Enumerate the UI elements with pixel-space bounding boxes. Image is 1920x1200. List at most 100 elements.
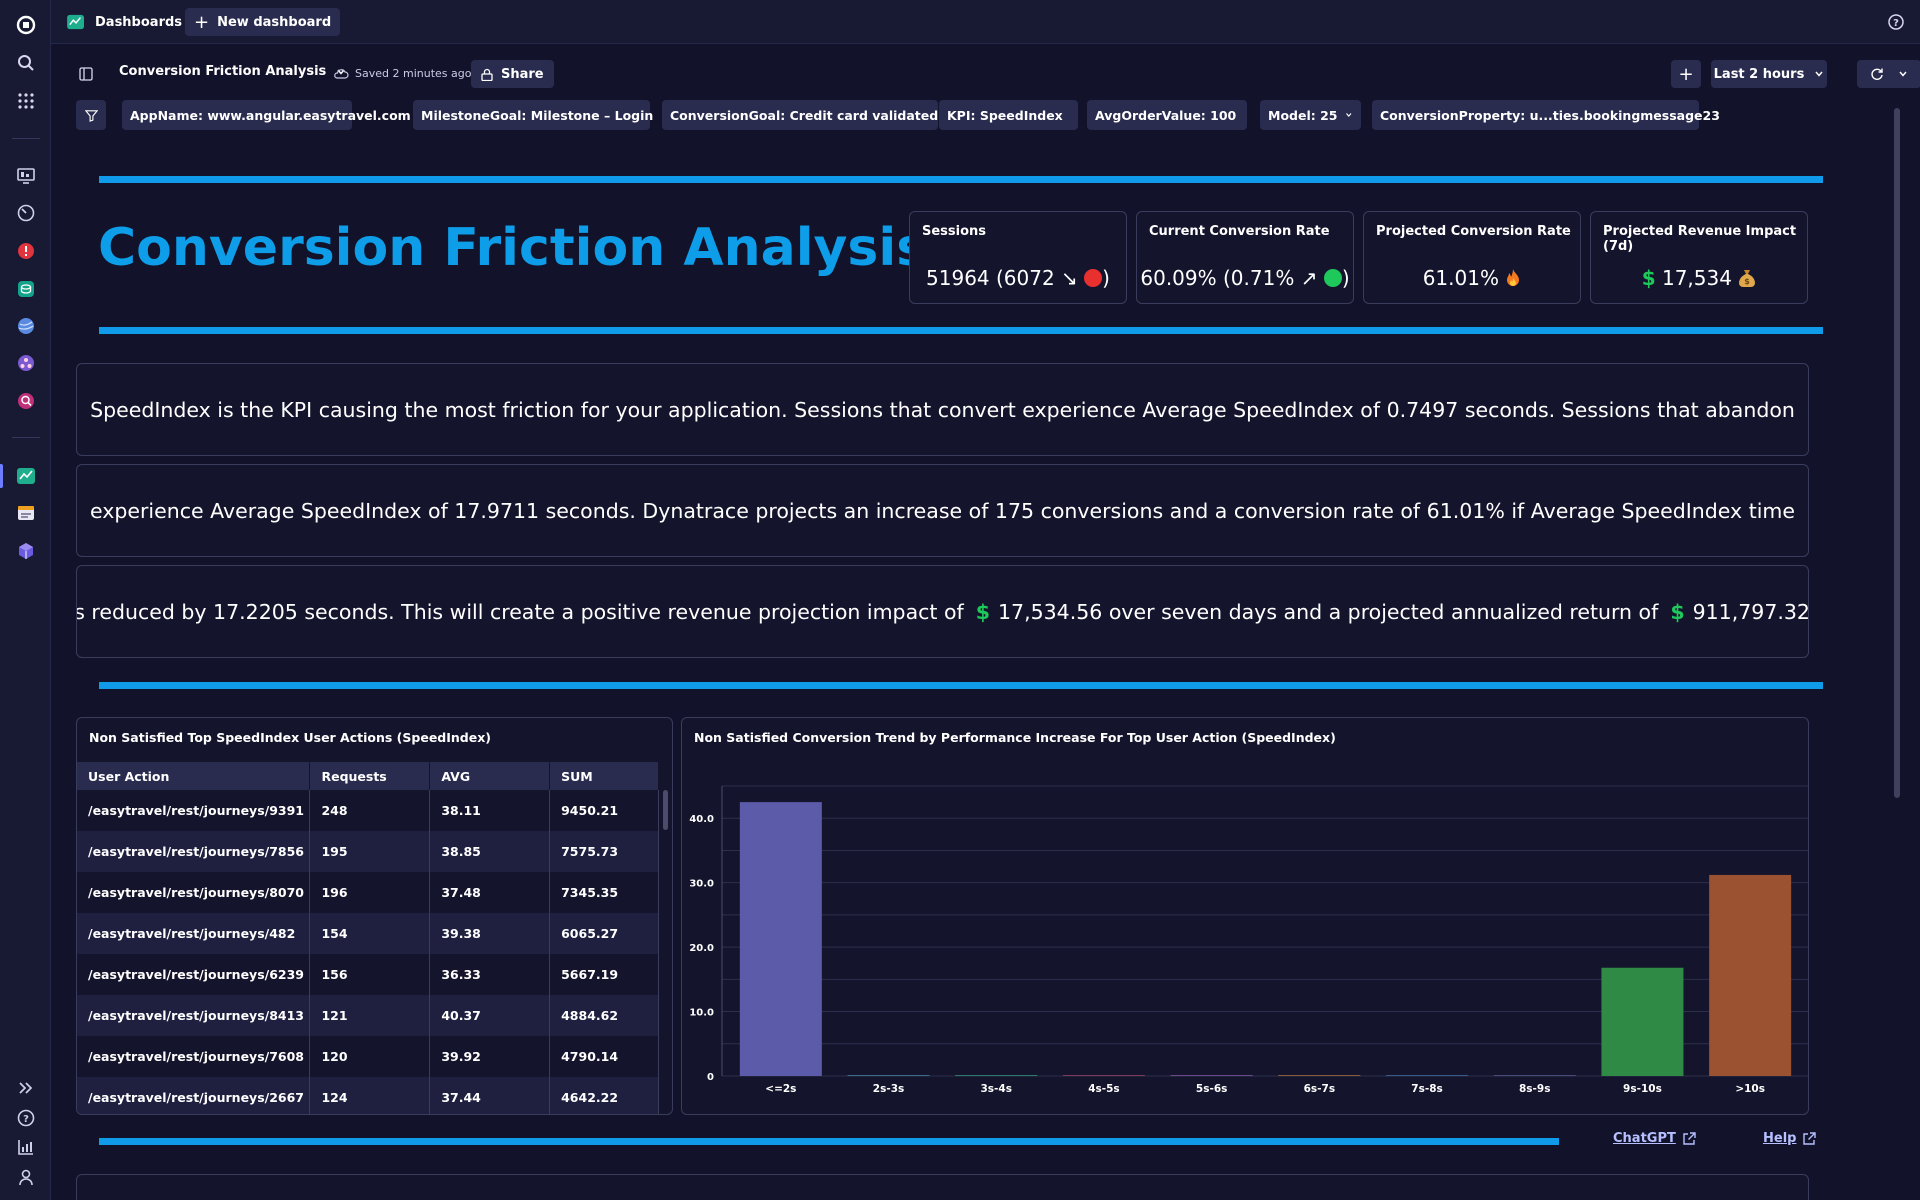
filter-chip-avgordervalue[interactable]: AvgOrderValue: 100 (1087, 100, 1247, 130)
accent-divider (99, 176, 1823, 183)
table-cell: 39.38 (429, 913, 551, 954)
dollar-icon: $ (975, 599, 990, 624)
money-bag-icon: $ (1739, 270, 1756, 287)
clock-gauge-icon[interactable] (15, 202, 37, 224)
chevron-down-icon[interactable] (1898, 69, 1908, 79)
dollar-icon: $ (1670, 599, 1685, 624)
table-cell: 36.33 (429, 954, 551, 995)
column-header[interactable]: Requests (309, 762, 431, 790)
problems-alert-icon[interactable] (15, 240, 37, 262)
fire-icon (1507, 269, 1520, 286)
search-icon[interactable] (15, 52, 37, 74)
dashboards-app-tab[interactable]: Dashboards (67, 8, 182, 36)
table-row: /easytravel/rest/journeys/6239 156 36.33 56… (77, 954, 659, 995)
dashboard-header: Conversion Friction Analysis Saved 2 min… (51, 56, 1920, 92)
table-cell: /easytravel/rest/journeys/9391 (77, 790, 311, 831)
y-tick-label: 10.0 (689, 1008, 714, 1019)
notebook-app-icon[interactable] (15, 502, 37, 524)
table-cell: /easytravel/rest/journeys/8413 (77, 995, 311, 1036)
sidebar-toggle-icon[interactable] (79, 67, 93, 81)
globe-icon[interactable] (15, 315, 37, 337)
tile-title: Non Satisfied Conversion Trend by Perfor… (694, 730, 1336, 745)
cloud-saved-icon (334, 68, 349, 79)
left-rail: ? (0, 0, 51, 1200)
chart-bar[interactable] (847, 1075, 930, 1076)
user-actions-table: User Action Requests AVG SUM /easytravel… (77, 762, 659, 1114)
table-cell: 4790.14 (549, 1036, 659, 1077)
monitor-icon[interactable] (15, 165, 37, 187)
active-app-indicator (0, 464, 3, 488)
kpi-title: Projected Revenue Impact (7d) (1603, 224, 1797, 254)
chart-bar[interactable] (739, 802, 822, 1076)
x-tick-label: 3s-4s (981, 1083, 1012, 1095)
column-header[interactable]: User Action (77, 762, 311, 790)
filter-chip-kpi[interactable]: KPI: SpeedIndex (939, 100, 1078, 130)
chart-bar[interactable] (1062, 1075, 1145, 1076)
y-tick-label: 40.0 (689, 814, 714, 825)
usage-chart-icon[interactable] (15, 1136, 37, 1158)
next-tile-partial (76, 1174, 1809, 1200)
help-circle-icon[interactable]: ? (15, 1107, 37, 1129)
filter-chip-label: AppName: www.angular.easytravel.com (130, 107, 411, 123)
refresh-icon[interactable] (1870, 67, 1884, 81)
filter-chip-milestonegoal[interactable]: MilestoneGoal: Milestone – Login (413, 100, 653, 130)
column-header[interactable]: SUM (549, 762, 659, 790)
timeframe-selector[interactable]: Last 2 hours (1711, 60, 1827, 88)
chart-bar[interactable] (1278, 1075, 1361, 1076)
table-cell: /easytravel/rest/journeys/7608 (77, 1036, 311, 1077)
x-tick-label: <=2s (765, 1083, 796, 1095)
table-cell: 9450.21 (549, 790, 659, 831)
table-cell: 121 (309, 995, 431, 1036)
x-tick-label: 4s-5s (1088, 1083, 1119, 1095)
filter-chip-appname[interactable]: AppName: www.angular.easytravel.com (122, 100, 411, 130)
refresh-split-button[interactable] (1857, 60, 1920, 88)
page-scrollbar[interactable] (1894, 108, 1900, 798)
x-tick-label: 2s-3s (873, 1083, 904, 1095)
help-icon[interactable]: ? (1886, 12, 1906, 32)
table-header-row: User Action Requests AVG SUM (77, 762, 659, 790)
database-app-icon[interactable] (15, 278, 37, 300)
share-button[interactable]: Share (471, 60, 554, 88)
filter-chip-model[interactable]: Model: 25 (1260, 100, 1361, 130)
kpi-current-conversion-rate: Current Conversion Rate 60.09% (0.71% ↗ … (1136, 211, 1354, 304)
add-tile-button[interactable]: + (1671, 60, 1701, 88)
filter-bar: AppName: www.angular.easytravel.com Mile… (51, 100, 1920, 132)
filter-chip-conversionproperty[interactable]: ConversionProperty: u...ties.bookingmess… (1372, 100, 1720, 130)
y-tick-label: 30.0 (689, 879, 714, 890)
chatgpt-link[interactable]: ChatGPT (1613, 1131, 1696, 1146)
chart-bar[interactable] (1170, 1075, 1253, 1076)
table-cell: 4642.22 (549, 1077, 659, 1114)
table-cell: /easytravel/rest/journeys/8070 (77, 872, 311, 913)
chart-bar[interactable] (1709, 874, 1792, 1076)
column-header[interactable]: AVG (429, 762, 551, 790)
chart-bar[interactable] (955, 1075, 1038, 1076)
timeframe-label: Last 2 hours (1713, 66, 1805, 82)
table-row: /easytravel/rest/journeys/9391 248 38.11 94… (77, 790, 659, 831)
saved-status: Saved 2 minutes ago (333, 67, 471, 80)
help-link[interactable]: Help (1763, 1131, 1817, 1146)
table-scrollbar[interactable] (663, 790, 668, 830)
chart-bar[interactable] (1601, 967, 1684, 1076)
chart-bar[interactable] (1386, 1075, 1469, 1076)
network-icon[interactable] (15, 352, 37, 374)
cube-app-icon[interactable] (15, 540, 37, 562)
filter-chip-conversiongoal[interactable]: ConversionGoal: Credit card validated (662, 100, 938, 130)
filter-button[interactable] (76, 100, 106, 130)
table-cell: 124 (309, 1077, 431, 1114)
dashboards-app-icon[interactable] (15, 465, 37, 487)
new-dashboard-button[interactable]: + New dashboard (185, 8, 341, 36)
dashboard-name-dropdown[interactable]: Conversion Friction Analysis (119, 64, 346, 79)
chart-bar[interactable] (1493, 1075, 1576, 1076)
user-search-icon[interactable] (15, 390, 37, 412)
dynatrace-logo-icon[interactable] (15, 14, 37, 36)
x-tick-label: 5s-6s (1196, 1083, 1227, 1095)
apps-grid-icon[interactable] (15, 90, 37, 112)
kpi-value: $ 17,534 $ (1591, 266, 1807, 290)
user-profile-icon[interactable] (15, 1166, 37, 1188)
filter-chip-label: Model: 25 (1268, 107, 1338, 123)
summary-panel-1: SpeedIndex is the KPI causing the most f… (76, 363, 1809, 456)
table-cell: 6065.27 (549, 913, 659, 954)
expand-rail-icon[interactable] (15, 1077, 37, 1099)
share-label: Share (501, 66, 544, 82)
conversion-trend-chart-tile: Non Satisfied Conversion Trend by Perfor… (681, 717, 1809, 1115)
